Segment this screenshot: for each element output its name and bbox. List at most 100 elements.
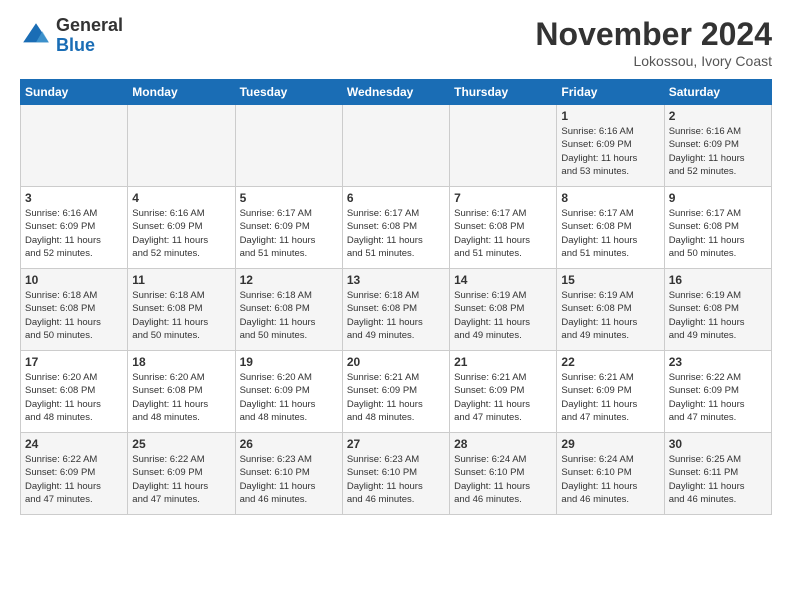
- calendar-table: Sunday Monday Tuesday Wednesday Thursday…: [20, 79, 772, 515]
- weekday-header-row: Sunday Monday Tuesday Wednesday Thursday…: [21, 80, 772, 105]
- day-info: Sunrise: 6:25 AM Sunset: 6:11 PM Dayligh…: [669, 453, 767, 506]
- day-info: Sunrise: 6:16 AM Sunset: 6:09 PM Dayligh…: [25, 207, 123, 260]
- calendar-cell-w5-d6: 30 Sunrise: 6:25 AM Sunset: 6:11 PM Dayli…: [664, 433, 771, 515]
- calendar-cell-w3-d1: 11 Sunrise: 6:18 AM Sunset: 6:08 PM Dayli…: [128, 269, 235, 351]
- logo-blue-text: Blue: [56, 36, 123, 56]
- day-info: Sunrise: 6:21 AM Sunset: 6:09 PM Dayligh…: [561, 371, 659, 424]
- day-info: Sunrise: 6:22 AM Sunset: 6:09 PM Dayligh…: [669, 371, 767, 424]
- day-info: Sunrise: 6:21 AM Sunset: 6:09 PM Dayligh…: [347, 371, 445, 424]
- header-sunday: Sunday: [21, 80, 128, 105]
- day-number: 18: [132, 355, 230, 369]
- day-number: 10: [25, 273, 123, 287]
- header-tuesday: Tuesday: [235, 80, 342, 105]
- header-friday: Friday: [557, 80, 664, 105]
- day-number: 15: [561, 273, 659, 287]
- week-row-2: 3 Sunrise: 6:16 AM Sunset: 6:09 PM Daylig…: [21, 187, 772, 269]
- calendar-cell-w2-d0: 3 Sunrise: 6:16 AM Sunset: 6:09 PM Daylig…: [21, 187, 128, 269]
- calendar-cell-w3-d2: 12Sunrise: 6:18 AM Sunset: 6:08 PM Dayli…: [235, 269, 342, 351]
- calendar-cell-w4-d5: 22Sunrise: 6:21 AM Sunset: 6:09 PM Dayli…: [557, 351, 664, 433]
- calendar-cell-w1-d1: [128, 105, 235, 187]
- day-number: 19: [240, 355, 338, 369]
- calendar-cell-w5-d2: 26Sunrise: 6:23 AM Sunset: 6:10 PM Dayli…: [235, 433, 342, 515]
- calendar-cell-w1-d3: [342, 105, 449, 187]
- week-row-4: 17 Sunrise: 6:20 AM Sunset: 6:08 PM Dayli…: [21, 351, 772, 433]
- calendar-cell-w5-d3: 27 Sunrise: 6:23 AM Sunset: 6:10 PM Dayli…: [342, 433, 449, 515]
- day-number: 24: [25, 437, 123, 451]
- calendar-cell-w5-d4: 28 Sunrise: 6:24 AM Sunset: 6:10 PM Dayli…: [450, 433, 557, 515]
- day-info: Sunrise: 6:16 AM Sunset: 6:09 PM Dayligh…: [132, 207, 230, 260]
- day-info: Sunrise: 6:23 AM Sunset: 6:10 PM Dayligh…: [347, 453, 445, 506]
- day-number: 17: [25, 355, 123, 369]
- day-info: Sunrise: 6:17 AM Sunset: 6:08 PM Dayligh…: [669, 207, 767, 260]
- calendar-cell-w4-d3: 20 Sunrise: 6:21 AM Sunset: 6:09 PM Dayli…: [342, 351, 449, 433]
- day-info: Sunrise: 6:23 AM Sunset: 6:10 PM Dayligh…: [240, 453, 338, 506]
- calendar-cell-w3-d4: 14 Sunrise: 6:19 AM Sunset: 6:08 PM Dayli…: [450, 269, 557, 351]
- logo-general-text: General: [56, 16, 123, 36]
- day-info: Sunrise: 6:17 AM Sunset: 6:09 PM Dayligh…: [240, 207, 338, 260]
- calendar-cell-w2-d5: 8 Sunrise: 6:17 AM Sunset: 6:08 PM Daylig…: [557, 187, 664, 269]
- day-number: 8: [561, 191, 659, 205]
- day-number: 25: [132, 437, 230, 451]
- day-info: Sunrise: 6:19 AM Sunset: 6:08 PM Dayligh…: [561, 289, 659, 342]
- day-info: Sunrise: 6:18 AM Sunset: 6:08 PM Dayligh…: [240, 289, 338, 342]
- day-number: 6: [347, 191, 445, 205]
- calendar-cell-w4-d1: 18 Sunrise: 6:20 AM Sunset: 6:08 PM Dayli…: [128, 351, 235, 433]
- day-number: 29: [561, 437, 659, 451]
- calendar-cell-w5-d1: 25Sunrise: 6:22 AM Sunset: 6:09 PM Dayli…: [128, 433, 235, 515]
- day-number: 27: [347, 437, 445, 451]
- calendar-cell-w2-d3: 6 Sunrise: 6:17 AM Sunset: 6:08 PM Daylig…: [342, 187, 449, 269]
- calendar-cell-w2-d2: 5 Sunrise: 6:17 AM Sunset: 6:09 PM Daylig…: [235, 187, 342, 269]
- day-number: 30: [669, 437, 767, 451]
- day-info: Sunrise: 6:17 AM Sunset: 6:08 PM Dayligh…: [347, 207, 445, 260]
- calendar-cell-w1-d4: [450, 105, 557, 187]
- calendar-cell-w1-d6: 2 Sunrise: 6:16 AM Sunset: 6:09 PM Daylig…: [664, 105, 771, 187]
- calendar-cell-w1-d0: [21, 105, 128, 187]
- day-info: Sunrise: 6:16 AM Sunset: 6:09 PM Dayligh…: [669, 125, 767, 178]
- day-number: 21: [454, 355, 552, 369]
- calendar-cell-w2-d6: 9Sunrise: 6:17 AM Sunset: 6:08 PM Daylig…: [664, 187, 771, 269]
- day-number: 20: [347, 355, 445, 369]
- day-number: 3: [25, 191, 123, 205]
- day-number: 4: [132, 191, 230, 205]
- location: Lokossou, Ivory Coast: [535, 53, 772, 69]
- header-saturday: Saturday: [664, 80, 771, 105]
- day-info: Sunrise: 6:20 AM Sunset: 6:09 PM Dayligh…: [240, 371, 338, 424]
- day-info: Sunrise: 6:18 AM Sunset: 6:08 PM Dayligh…: [347, 289, 445, 342]
- day-number: 16: [669, 273, 767, 287]
- day-number: 1: [561, 109, 659, 123]
- calendar-cell-w5-d0: 24Sunrise: 6:22 AM Sunset: 6:09 PM Dayli…: [21, 433, 128, 515]
- week-row-1: 1 Sunrise: 6:16 AM Sunset: 6:09 PM Daylig…: [21, 105, 772, 187]
- calendar-cell-w2-d4: 7 Sunrise: 6:17 AM Sunset: 6:08 PM Daylig…: [450, 187, 557, 269]
- day-info: Sunrise: 6:17 AM Sunset: 6:08 PM Dayligh…: [454, 207, 552, 260]
- day-number: 5: [240, 191, 338, 205]
- calendar-page: General Blue November 2024 Lokossou, Ivo…: [0, 0, 792, 525]
- month-title: November 2024: [535, 16, 772, 53]
- day-info: Sunrise: 6:21 AM Sunset: 6:09 PM Dayligh…: [454, 371, 552, 424]
- day-number: 7: [454, 191, 552, 205]
- calendar-cell-w4-d0: 17Sunrise: 6:20 AM Sunset: 6:08 PM Dayli…: [21, 351, 128, 433]
- day-number: 14: [454, 273, 552, 287]
- day-info: Sunrise: 6:20 AM Sunset: 6:08 PM Dayligh…: [132, 371, 230, 424]
- day-info: Sunrise: 6:19 AM Sunset: 6:08 PM Dayligh…: [454, 289, 552, 342]
- day-number: 23: [669, 355, 767, 369]
- calendar-cell-w3-d6: 16 Sunrise: 6:19 AM Sunset: 6:08 PM Dayli…: [664, 269, 771, 351]
- header-wednesday: Wednesday: [342, 80, 449, 105]
- calendar-cell-w4-d2: 19 Sunrise: 6:20 AM Sunset: 6:09 PM Dayli…: [235, 351, 342, 433]
- calendar-cell-w1-d5: 1 Sunrise: 6:16 AM Sunset: 6:09 PM Daylig…: [557, 105, 664, 187]
- title-area: November 2024 Lokossou, Ivory Coast: [535, 16, 772, 69]
- day-number: 28: [454, 437, 552, 451]
- day-info: Sunrise: 6:18 AM Sunset: 6:08 PM Dayligh…: [132, 289, 230, 342]
- day-info: Sunrise: 6:16 AM Sunset: 6:09 PM Dayligh…: [561, 125, 659, 178]
- day-info: Sunrise: 6:24 AM Sunset: 6:10 PM Dayligh…: [561, 453, 659, 506]
- header-thursday: Thursday: [450, 80, 557, 105]
- header: General Blue November 2024 Lokossou, Ivo…: [20, 16, 772, 69]
- day-info: Sunrise: 6:24 AM Sunset: 6:10 PM Dayligh…: [454, 453, 552, 506]
- day-info: Sunrise: 6:17 AM Sunset: 6:08 PM Dayligh…: [561, 207, 659, 260]
- day-number: 2: [669, 109, 767, 123]
- calendar-cell-w4-d6: 23 Sunrise: 6:22 AM Sunset: 6:09 PM Dayli…: [664, 351, 771, 433]
- logo: General Blue: [20, 16, 123, 56]
- day-number: 11: [132, 273, 230, 287]
- calendar-cell-w5-d5: 29 Sunrise: 6:24 AM Sunset: 6:10 PM Dayli…: [557, 433, 664, 515]
- day-info: Sunrise: 6:19 AM Sunset: 6:08 PM Dayligh…: [669, 289, 767, 342]
- day-number: 13: [347, 273, 445, 287]
